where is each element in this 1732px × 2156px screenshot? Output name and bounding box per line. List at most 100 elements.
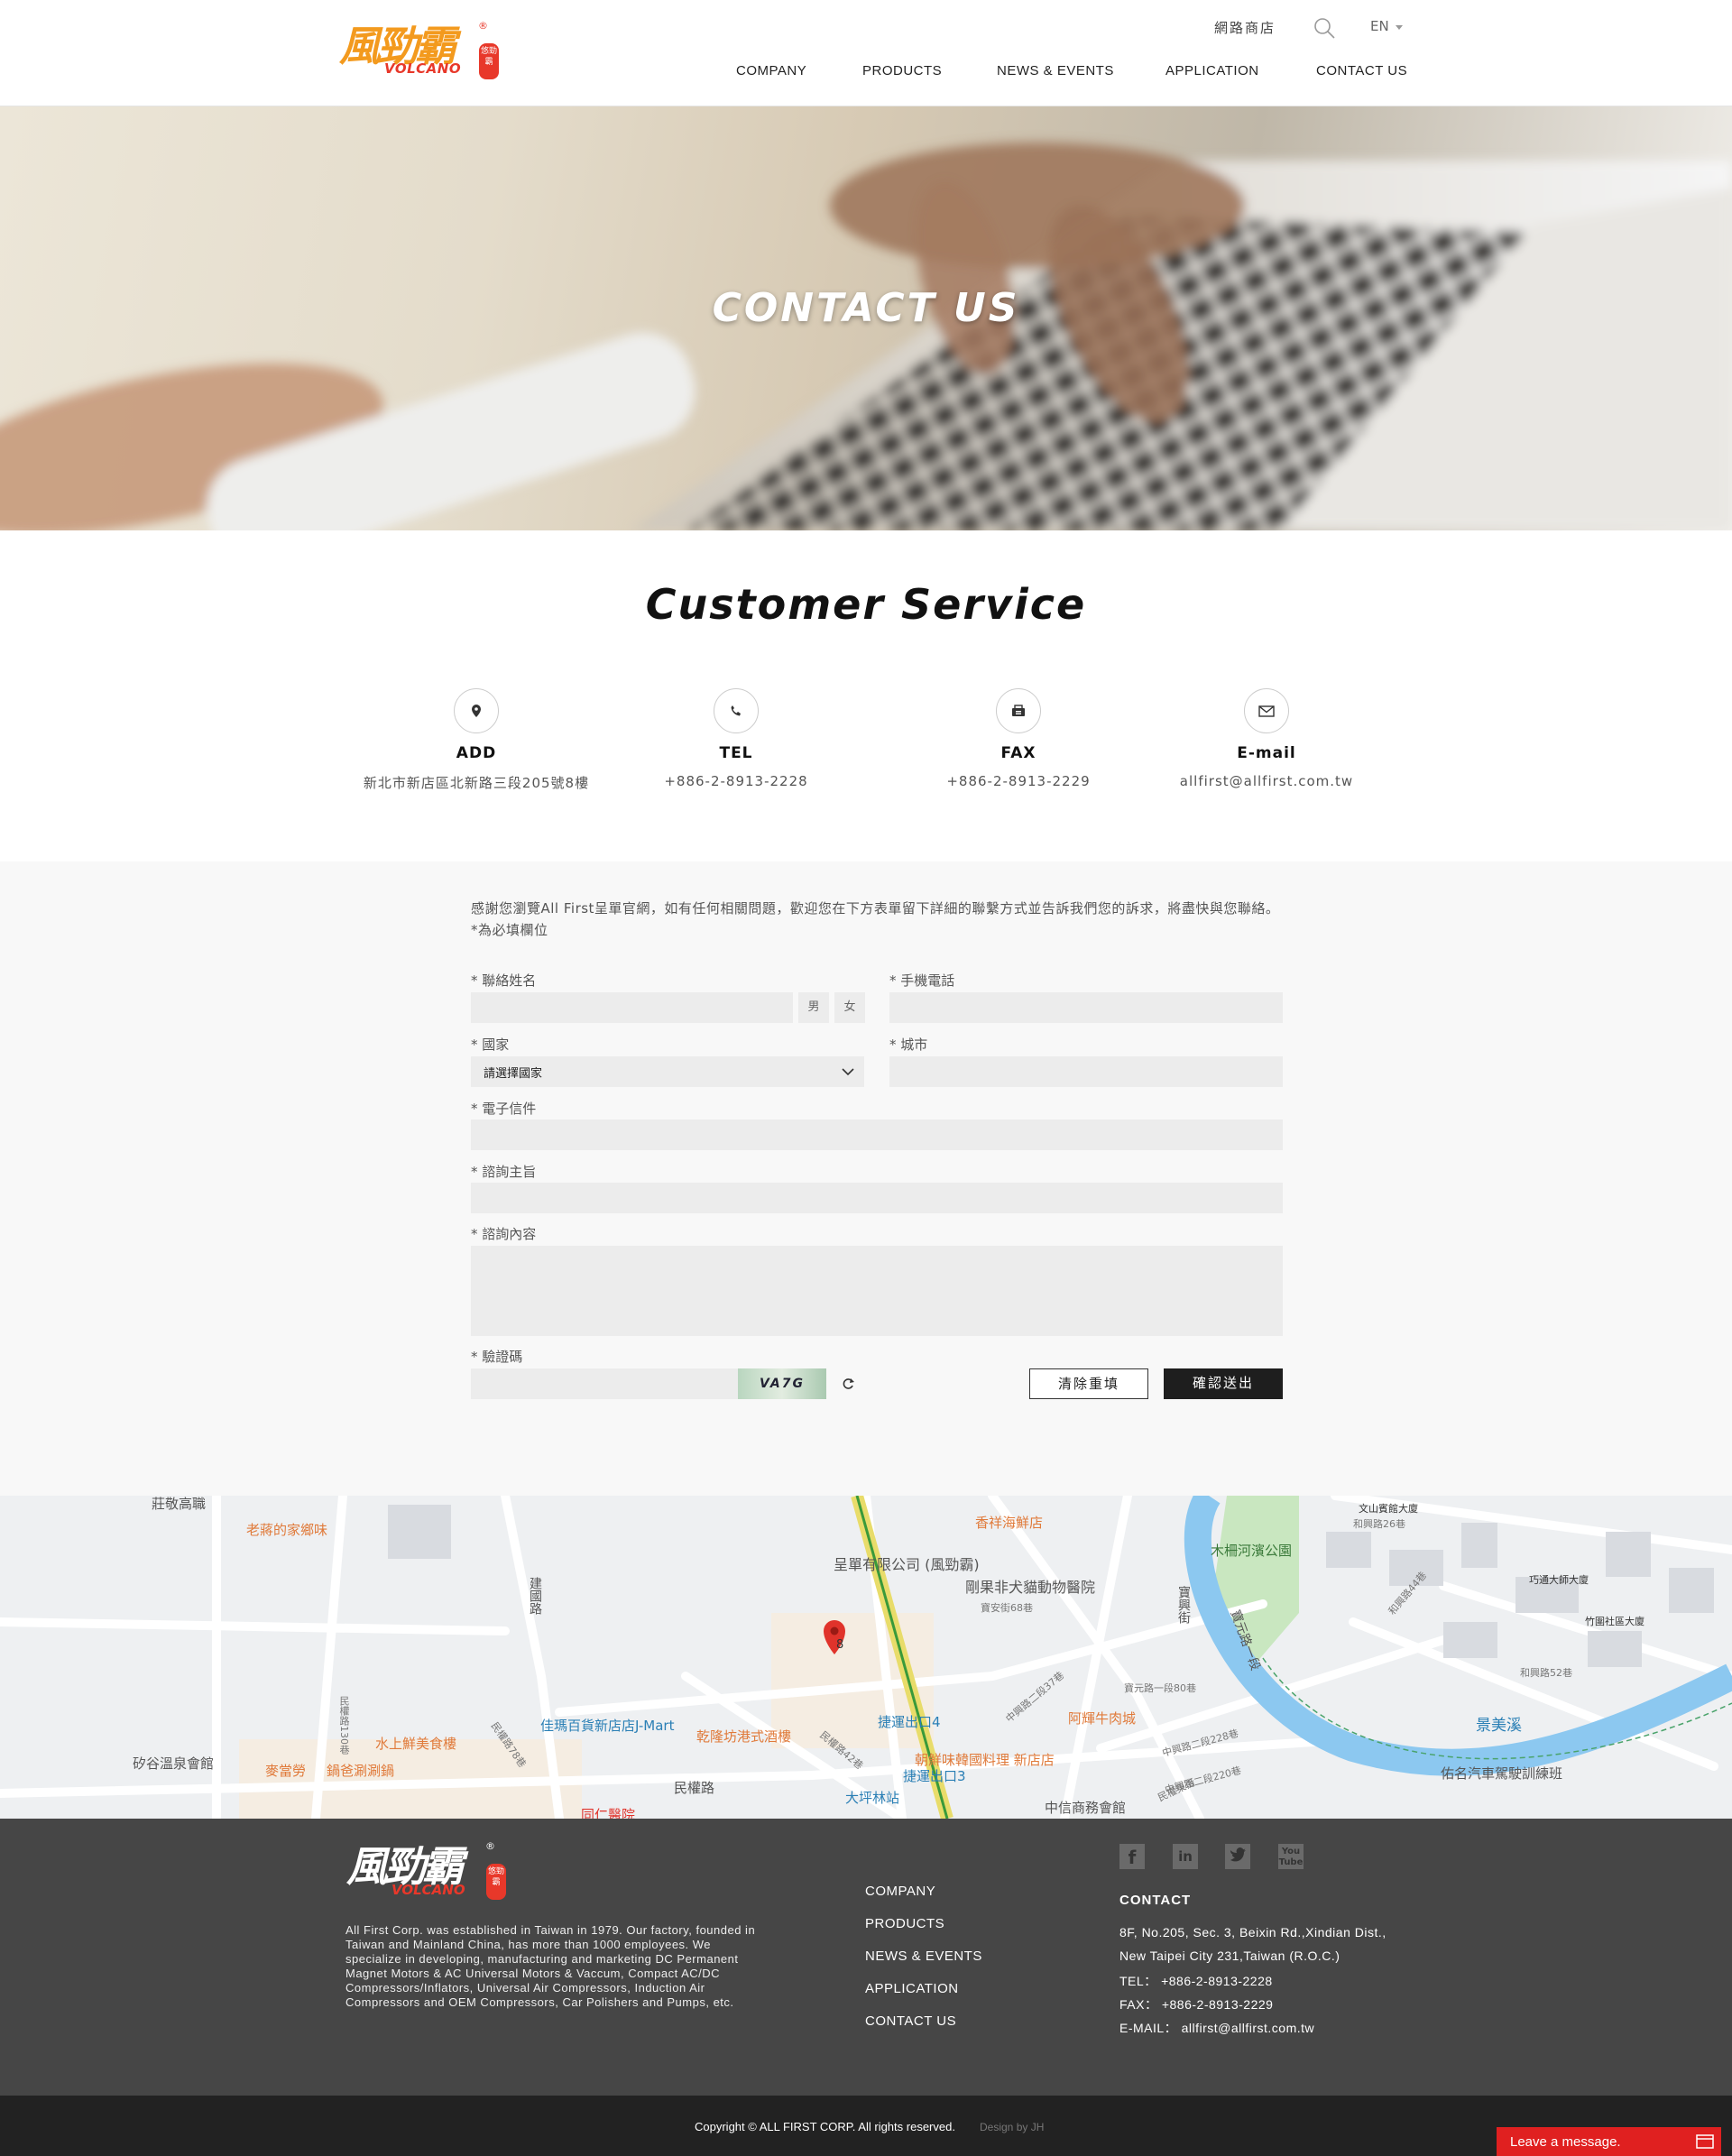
map-label: 大坪林站	[845, 1790, 900, 1806]
map-label: 水上鮮美食樓	[375, 1736, 457, 1752]
refresh-icon[interactable]	[840, 1376, 856, 1392]
email-value[interactable]: allfirst@allfirst.com.tw	[1122, 773, 1411, 789]
fax-info: FAX +886-2-8913-2229	[874, 688, 1163, 789]
footer-address-line1: 8F, No.205, Sec. 3, Beixin Rd.,Xindian D…	[1119, 1925, 1387, 1939]
leave-message-widget[interactable]: Leave a message.	[1497, 2127, 1721, 2156]
map-label: 竹圍社區大廈	[1585, 1616, 1644, 1627]
form-intro-text: 感謝您瀏覽All First呈單官網，如有任何相關問題，歡迎您在下方表單留下詳細…	[471, 900, 1280, 938]
linkedin-icon[interactable]: in	[1173, 1844, 1198, 1869]
footer-logo[interactable]: 風勁霸 VOLCANO 悠勁霸 ®	[346, 1840, 509, 1903]
mobile-input[interactable]	[889, 992, 1283, 1023]
map-label: 和興路26巷	[1353, 1518, 1405, 1530]
subject-input[interactable]	[471, 1183, 1283, 1213]
message-window-icon	[1696, 2134, 1714, 2149]
footer-link-products[interactable]: PRODUCTS	[865, 1916, 944, 1931]
youtube-icon[interactable]: You Tube	[1278, 1844, 1304, 1869]
footer-logo-registered: ®	[485, 1840, 495, 1852]
map-label: 民權路	[674, 1780, 715, 1796]
nav-products[interactable]: PRODUCTS	[862, 63, 942, 78]
tel-label: TEL	[719, 744, 753, 762]
map-label: 呈單有限公司 (風勁霸)	[834, 1556, 980, 1573]
gender-male-option[interactable]: 男	[798, 992, 829, 1023]
captcha-input[interactable]	[471, 1368, 738, 1399]
logo-registered-mark: ®	[478, 20, 488, 32]
site-logo[interactable]: 風勁霸 VOLCANO 悠勁霸 ®	[339, 20, 502, 81]
map-label: 文山賓館大廈	[1359, 1503, 1418, 1515]
country-field-label: * 國家	[471, 1037, 510, 1053]
country-select-value: 請選擇國家	[484, 1067, 543, 1081]
nav-contact-us[interactable]: CONTACT US	[1316, 63, 1407, 78]
map-label: 巧通大師大廈	[1529, 1574, 1589, 1586]
map-label: 木柵河濱公園	[1211, 1543, 1293, 1559]
fax-label: FAX	[1000, 744, 1036, 762]
language-selector[interactable]: EN	[1370, 18, 1389, 34]
map-label: 景美溪	[1476, 1717, 1522, 1735]
twitter-icon[interactable]	[1225, 1844, 1250, 1869]
nav-company[interactable]: COMPANY	[736, 63, 806, 78]
logo-seal: 悠勁霸	[479, 43, 499, 79]
copyright-text: Copyright © ALL FIRST CORP. All rights r…	[695, 2120, 955, 2133]
footer-contact-title: CONTACT	[1119, 1893, 1192, 1908]
map-label: 同仁醫院	[581, 1807, 636, 1819]
map-label: 捷運出口3	[903, 1768, 966, 1784]
tel-info: TEL +886-2-8913-2228	[592, 688, 880, 789]
email-input[interactable]	[471, 1119, 1283, 1150]
site-footer: 風勁霸 VOLCANO 悠勁霸 ® All First Corp. was es…	[0, 1819, 1732, 2096]
map-label: 鍋爸涮涮鍋	[327, 1763, 395, 1779]
name-field-label: * 聯絡姓名	[471, 972, 537, 989]
facebook-icon[interactable]: f	[1119, 1844, 1145, 1869]
footer-logo-english: VOLCANO	[392, 1882, 465, 1898]
online-shop-link[interactable]: 網路商店	[1214, 18, 1276, 37]
submit-button[interactable]: 確認送出	[1164, 1368, 1283, 1399]
design-credit[interactable]: Design by JH	[980, 2121, 1044, 2133]
email-label: E-mail	[1237, 744, 1296, 762]
map-label: 中信商務會館	[1045, 1800, 1127, 1816]
map-label: 民權路130巷	[338, 1696, 350, 1755]
country-select[interactable]: 請選擇國家	[471, 1056, 864, 1087]
search-icon[interactable]	[1313, 16, 1336, 40]
map-label: 8	[836, 1638, 844, 1652]
footer-email[interactable]: E-MAIL： allfirst@allfirst.com.tw	[1119, 2019, 1314, 2037]
fax-icon	[996, 688, 1041, 733]
city-field-label: * 城市	[889, 1037, 928, 1053]
mail-icon	[1244, 688, 1289, 733]
map-label: 麥當勞	[265, 1763, 307, 1779]
hero-banner: CONTACT US	[0, 106, 1732, 530]
content-field-label: * 諮詢內容	[471, 1226, 537, 1242]
nav-news-events[interactable]: NEWS & EVENTS	[997, 63, 1114, 78]
footer-link-company[interactable]: COMPANY	[865, 1884, 935, 1899]
footer-fax: FAX： +886-2-8913-2229	[1119, 1997, 1274, 2012]
map-label: 香祥海鮮店	[975, 1515, 1044, 1531]
footer-link-application[interactable]: APPLICATION	[865, 1981, 959, 1996]
footer-about-text: All First Corp. was established in Taiwa…	[345, 1923, 756, 2009]
logo-english-text: VOLCANO	[384, 60, 462, 77]
tel-value[interactable]: +886-2-8913-2228	[592, 773, 880, 789]
address-label: ADD	[456, 744, 497, 762]
map-label: 矽谷溫泉會館	[133, 1755, 215, 1772]
footer-logo-seal: 悠勁霸	[486, 1864, 506, 1900]
address-value: 新北市新店區北新路三段205號8樓	[363, 775, 590, 791]
hero-title: CONTACT US	[712, 285, 1020, 331]
leave-message-label: Leave a message.	[1510, 2134, 1621, 2150]
location-map[interactable]: 莊敬高職 老蔣的家鄉味 呈單有限公司 (風勁霸) 香祥海鮮店 剛果非犬貓動物醫院…	[0, 1496, 1732, 1819]
map-label: 莊敬高職	[152, 1496, 207, 1512]
email-field-label: * 電子信件	[471, 1101, 537, 1117]
captcha-field-label: * 驗證碼	[471, 1349, 523, 1365]
fax-value: +886-2-8913-2229	[946, 773, 1091, 789]
map-label: 剛果非犬貓動物醫院	[965, 1579, 1096, 1596]
address-info: ADD 新北市新店區北新路三段205號8樓	[332, 688, 621, 792]
reset-button[interactable]: 清除重填	[1029, 1368, 1148, 1399]
mobile-field-label: * 手機電話	[889, 972, 955, 989]
map-label: 捷運出口4	[878, 1714, 941, 1730]
content-textarea[interactable]	[471, 1246, 1283, 1336]
captcha-image: VA7G	[738, 1368, 826, 1399]
nav-application[interactable]: APPLICATION	[1165, 63, 1259, 78]
customer-service-title: Customer Service	[645, 580, 1087, 629]
footer-link-news-events[interactable]: NEWS & EVENTS	[865, 1949, 982, 1964]
city-input[interactable]	[889, 1056, 1283, 1087]
email-info: E-mail allfirst@allfirst.com.tw	[1122, 688, 1411, 789]
footer-link-contact-us[interactable]: CONTACT US	[865, 2013, 956, 2029]
location-pin-icon	[454, 688, 499, 733]
gender-female-option[interactable]: 女	[834, 992, 865, 1023]
name-input[interactable]	[471, 992, 793, 1023]
